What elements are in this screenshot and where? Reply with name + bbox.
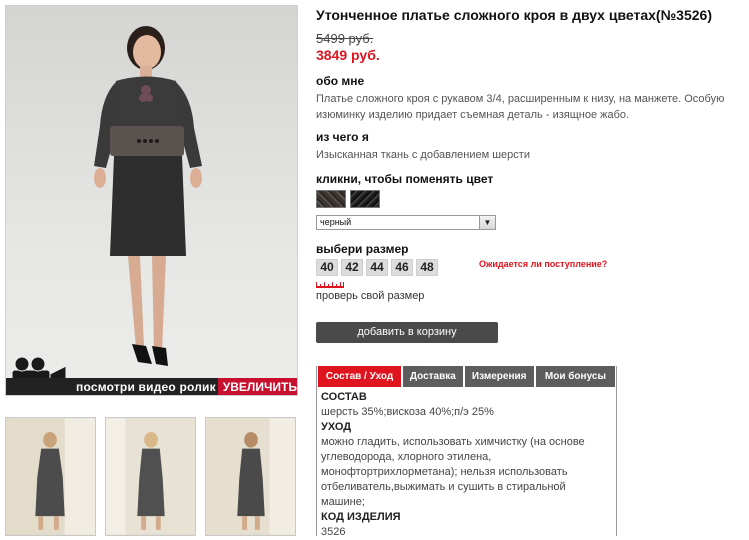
stock-notify-link[interactable]: Ожидается ли поступление? — [479, 259, 607, 269]
chevron-down-icon[interactable]: ▼ — [479, 216, 495, 229]
tab-delivery[interactable]: Доставка — [403, 366, 463, 387]
check-size-link[interactable]: проверь свой размер — [316, 290, 424, 302]
info-tabs: Состав / Уход Доставка Измерения Мои бон… — [316, 366, 617, 538]
code-heading: КОД ИЗДЕЛИЯ — [321, 511, 401, 523]
size-option[interactable]: 40 — [316, 259, 338, 276]
size-options: 40 42 44 46 48 — [316, 259, 438, 276]
material-heading: из чего я — [316, 130, 369, 144]
size-option[interactable]: 42 — [341, 259, 363, 276]
old-price: 5499 руб. — [316, 31, 374, 46]
care-heading: УХОД — [321, 421, 352, 433]
code-text: 3526 — [321, 526, 346, 538]
color-heading: кликни, чтобы поменять цвет — [316, 172, 494, 186]
product-main-photo[interactable]: посмотри видео ролик УВЕЛИЧИТЬ — [5, 5, 298, 396]
tab-measurements[interactable]: Измерения — [464, 366, 534, 387]
thumbnail-image — [6, 418, 95, 535]
about-text: Платье сложного кроя с рукавом 3/4, расш… — [316, 93, 725, 121]
tab-bonuses[interactable]: Мои бонусы — [535, 366, 616, 387]
add-to-cart-button[interactable]: добавить в корзину — [316, 322, 498, 343]
tab-row: Состав / Уход Доставка Измерения Мои бон… — [317, 366, 616, 387]
size-option[interactable]: 48 — [416, 259, 438, 276]
ruler-icon — [316, 282, 344, 288]
watch-video-link[interactable]: посмотри видео ролик — [76, 378, 216, 395]
composition-heading: СОСТАВ — [321, 391, 367, 403]
color-select-value: черный — [320, 217, 352, 227]
color-select[interactable]: черный ▼ — [316, 215, 496, 230]
composition-text: шерсть 35%;вискоза 40%;п/э 25% — [321, 406, 494, 418]
care-text: можно гладить, использовать химчистку (н… — [321, 436, 585, 508]
swatch-black[interactable] — [350, 190, 380, 208]
thumbnail-3[interactable] — [205, 417, 296, 536]
thumbnail-1[interactable] — [5, 417, 96, 536]
thumbnail-image — [206, 418, 295, 535]
color-swatches — [316, 190, 380, 208]
product-title: Утонченное платье сложного кроя в двух ц… — [316, 7, 712, 23]
thumbnail-2[interactable] — [105, 417, 196, 536]
size-option[interactable]: 46 — [391, 259, 413, 276]
tab-composition-care[interactable]: Состав / Уход — [318, 366, 402, 387]
size-heading: выбери размер — [316, 242, 409, 256]
tab-content: СОСТАВ шерсть 35%;вискоза 40%;п/э 25% УХ… — [317, 387, 616, 540]
thumbnail-image — [106, 418, 195, 535]
zoom-button[interactable]: УВЕЛИЧИТЬ — [217, 378, 297, 395]
model-image — [94, 26, 202, 366]
material-text: Изысканная ткань с добавлением шерсти — [316, 149, 530, 161]
about-heading: обо мне — [316, 74, 365, 88]
new-price: 3849 руб. — [316, 47, 380, 63]
size-option[interactable]: 44 — [366, 259, 388, 276]
video-strip: посмотри видео ролик УВЕЛИЧИТЬ — [6, 378, 297, 395]
swatch-dark-brown[interactable] — [316, 190, 346, 208]
